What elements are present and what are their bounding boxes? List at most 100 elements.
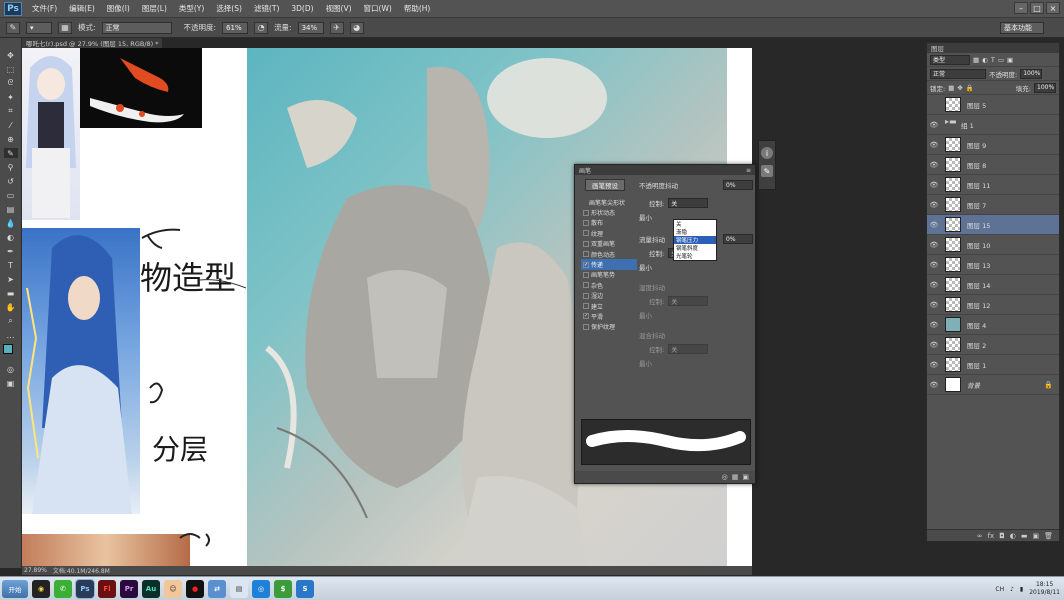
checkbox-icon[interactable] — [583, 271, 589, 278]
pen-tool-icon[interactable]: ✒ — [4, 246, 18, 256]
filter-type-icon[interactable]: T — [991, 56, 995, 64]
add-mask-icon[interactable]: ◘ — [999, 532, 1005, 540]
audition-taskbar-icon[interactable]: Au — [142, 579, 160, 598]
eye-icon[interactable]: 👁 — [927, 181, 941, 189]
layer-row[interactable]: 图层 5 — [927, 95, 1059, 115]
brush-option-shape-dynamics[interactable]: 形状动态 — [581, 207, 637, 217]
blur-tool-icon[interactable]: 💧 — [4, 218, 18, 228]
menu-layer[interactable]: 图层(L) — [136, 3, 173, 14]
lock-all-icon[interactable]: 🔒 — [966, 84, 974, 92]
stamp-tool-icon[interactable]: ⚲ — [4, 162, 18, 172]
brush-option-brush-pose[interactable]: 画笔笔势 — [581, 270, 637, 280]
dropdown-option-stylus-wheel[interactable]: 光笔轮 — [674, 252, 716, 260]
brush-option-build-up[interactable]: 建立 — [581, 301, 637, 311]
checkbox-checked-icon[interactable]: ✓ — [583, 313, 589, 320]
lasso-tool-icon[interactable]: ᘓ — [4, 78, 18, 88]
layer-row[interactable]: 👁 图层 4 — [927, 315, 1059, 335]
opacity-input[interactable]: 61% — [222, 21, 249, 34]
control-select[interactable]: 关 — [668, 198, 709, 208]
brush-option-dual-brush[interactable]: 双重画笔 — [581, 239, 637, 249]
panel-menu-icon[interactable]: ≡ — [746, 167, 751, 174]
history-brush-tool-icon[interactable]: ↺ — [4, 176, 18, 186]
toggle-preview-icon[interactable]: ◎ — [722, 473, 728, 481]
premiere-taskbar-icon[interactable]: Pr — [120, 579, 138, 598]
flow-jitter-field[interactable]: 0% — [723, 234, 753, 244]
eye-icon[interactable]: 👁 — [927, 281, 941, 289]
eyedropper-tool-icon[interactable]: ⁄ — [4, 120, 18, 130]
eraser-tool-icon[interactable]: ▭ — [4, 190, 18, 200]
checkbox-icon[interactable] — [583, 251, 589, 258]
eye-icon[interactable]: 👁 — [927, 161, 941, 169]
more-tools-icon[interactable]: … — [4, 330, 18, 340]
adjustment-layer-icon[interactable]: ◐ — [1010, 532, 1016, 540]
eye-icon[interactable]: 👁 — [927, 341, 941, 349]
checkbox-icon[interactable] — [583, 209, 589, 216]
menu-file[interactable]: 文件(F) — [26, 3, 63, 14]
layer-row[interactable]: 👁 图层 8 — [927, 155, 1059, 175]
filter-shape-icon[interactable]: ▭ — [998, 56, 1004, 64]
new-group-icon[interactable]: ▬ — [1021, 532, 1028, 540]
layer-row-selected[interactable]: 👁 图层 15 — [927, 215, 1059, 235]
group-row[interactable]: 👁 ▸▬ 组 1 — [927, 115, 1059, 135]
background-layer-row[interactable]: 👁 背景 🔒 — [927, 375, 1059, 395]
brush-option-transfer[interactable]: ✓ 传递 — [581, 259, 637, 270]
type-tool-icon[interactable]: T — [4, 260, 18, 270]
dropdown-option-pen-pressure[interactable]: 钢笔压力 — [674, 236, 716, 244]
layer-style-icon[interactable]: fx — [988, 532, 995, 540]
screen-mode-icon[interactable]: ▣ — [4, 378, 18, 388]
flow-input[interactable]: 34% — [297, 21, 324, 34]
layer-row[interactable]: 👁 图层 12 — [927, 295, 1059, 315]
brush-option-scattering[interactable]: 散布 — [581, 218, 637, 228]
move-tool-icon[interactable]: ✥ — [4, 50, 18, 60]
qq-penguin-icon[interactable]: ◉ — [32, 579, 50, 598]
layer-kind-filter[interactable]: 类型 — [930, 54, 970, 65]
shape-tool-icon[interactable]: ▬ — [4, 288, 18, 298]
color-swatches[interactable] — [2, 344, 19, 360]
photoshop-taskbar-icon[interactable]: Ps — [75, 578, 95, 599]
mix-control-select[interactable]: 关 — [668, 344, 709, 354]
dropdown-option-off[interactable]: 关 — [674, 220, 716, 228]
minimize-icon[interactable]: – — [1014, 2, 1028, 14]
workspace-select[interactable]: 基本功能 — [1000, 22, 1044, 34]
menu-view[interactable]: 视图(V) — [320, 3, 358, 14]
brush-tip-shape-item[interactable]: 画笔笔尖形状 — [581, 197, 637, 207]
checkbox-icon[interactable] — [583, 282, 589, 289]
delete-layer-icon[interactable]: 🗑 — [1044, 532, 1053, 540]
record-icon[interactable]: ● — [186, 579, 204, 598]
clock[interactable]: 18:15 2019/8/11 — [1029, 581, 1060, 597]
eye-icon[interactable]: 👁 — [927, 301, 941, 309]
checkbox-icon[interactable] — [583, 303, 589, 310]
maximize-icon[interactable]: □ — [1030, 2, 1044, 14]
menu-select[interactable]: 选择(S) — [210, 3, 248, 14]
opacity-jitter-field[interactable]: 0% — [723, 180, 753, 190]
brush-option-color-dynamics[interactable]: 颜色动态 — [581, 249, 637, 259]
money-bag-icon[interactable]: $ — [274, 579, 292, 598]
mode-select[interactable]: 正常 — [101, 21, 172, 34]
filter-pixel-icon[interactable]: ▦ — [973, 56, 979, 64]
eye-icon[interactable]: 👁 — [927, 121, 941, 129]
zoom-tool-icon[interactable]: ⌕ — [4, 316, 18, 326]
layer-row[interactable]: 👁 图层 10 — [927, 235, 1059, 255]
browser-icon[interactable]: ◎ — [252, 579, 270, 598]
path-select-tool-icon[interactable]: ➤ — [4, 274, 18, 284]
layer-opacity-field[interactable]: 100% — [1020, 68, 1043, 79]
brush-option-wet-edges[interactable]: 湿边 — [581, 291, 637, 301]
flash-taskbar-icon[interactable]: Fl — [98, 579, 116, 598]
brush-tool-icon[interactable]: ✎ — [6, 21, 20, 34]
brush-presets-button[interactable]: 画笔预设 — [585, 179, 625, 191]
menu-edit[interactable]: 编辑(E) — [63, 3, 101, 14]
menu-window[interactable]: 窗口(W) — [358, 3, 398, 14]
dropdown-option-pen-tilt[interactable]: 钢笔斜度 — [674, 244, 716, 252]
fill-field[interactable]: 100% — [1034, 82, 1056, 93]
grid-icon[interactable]: ▦ — [732, 473, 739, 481]
menu-image[interactable]: 图像(I) — [101, 3, 136, 14]
volume-icon[interactable]: ♪ — [1010, 586, 1014, 593]
lock-pixels-icon[interactable]: ▦ — [948, 84, 954, 92]
menu-3d[interactable]: 3D(D) — [285, 4, 319, 13]
dropdown-option-fade[interactable]: 渐隐 — [674, 228, 716, 236]
eye-icon[interactable]: 👁 — [927, 201, 941, 209]
start-button[interactable]: 开始 — [2, 579, 28, 598]
menu-filter[interactable]: 滤镜(T) — [248, 3, 285, 14]
link-layers-icon[interactable]: ∞ — [977, 532, 983, 540]
file-explorer-icon[interactable]: ▤ — [230, 579, 248, 598]
